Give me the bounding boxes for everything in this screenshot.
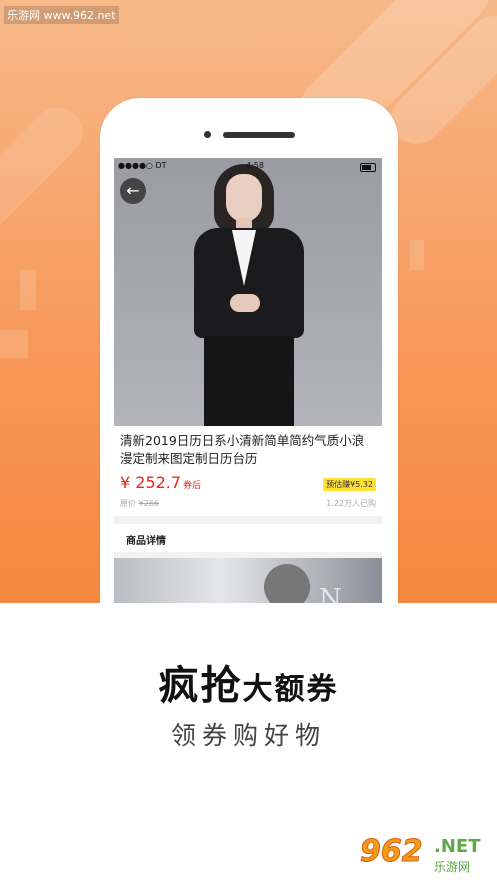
hero-background: 乐游网 www.962.net ●●●●○ DT 4:58 ← 清新2019日历… [0,0,497,603]
logo-number: 962 [360,834,424,870]
model-pants [204,336,294,426]
model-figure [184,164,314,426]
detail-image: N [114,558,382,603]
detail-title: 商品详情 [126,536,166,547]
battery-icon [360,163,376,172]
site-watermark: 乐游网 www.962.net [4,6,119,24]
speaker-grill [223,132,295,138]
model-face [226,174,262,222]
original-price-label: 原价 [120,499,136,508]
detail-section-header: 商品详情 [114,524,382,552]
logo-cn: 乐游网 [434,860,471,874]
price-value: ¥ 252.7 [120,473,182,492]
phone-mockup: ●●●●○ DT 4:58 ← 清新2019日历日系小清新简单简约气质小浪漫定制… [100,98,398,603]
detail-image-text: N [319,584,342,603]
product-photo: ●●●●○ DT 4:58 ← [114,158,382,426]
decor-square [0,330,28,358]
coupon-tag: 券后 [183,481,202,491]
decor-square [20,270,36,310]
site-logo: 962 .NET 乐游网 [360,834,490,878]
model-hands [230,294,260,312]
logo-net: .NET [434,836,481,857]
original-price-value: ¥266 [138,499,159,508]
status-bar: ●●●●○ DT 4:58 [114,160,382,174]
decor-stripe [0,97,93,253]
promo-headline-big: 疯抢 [158,663,243,709]
product-info: 清新2019日历日系小清新简单简约气质小浪漫定制来图定制日历台历 ¥ 252.7… [114,426,382,516]
promo-subtitle: 领券购好物 [170,721,326,750]
detail-portrait [264,564,310,603]
earn-badge: 预估赚¥5.32 [323,478,376,491]
camera-dot [204,131,211,138]
promo-headline-small: 大额券 [242,672,339,707]
product-price: ¥ 252.7 券后 [120,473,201,492]
carrier-label: ●●●●○ DT [118,161,167,170]
decor-square [410,240,424,270]
product-title: 清新2019日历日系小清新简单简约气质小浪漫定制来图定制日历台历 [120,433,365,466]
promo-headline: 疯抢大额券 [0,653,497,711]
back-arrow-icon[interactable]: ← [120,178,146,204]
app-screen: ●●●●○ DT 4:58 ← 清新2019日历日系小清新简单简约气质小浪漫定制… [114,158,382,603]
clock-label: 4:58 [246,161,264,170]
sold-count: 1.22万人已购 [326,499,376,508]
original-price: 原价 ¥266 [120,498,159,509]
